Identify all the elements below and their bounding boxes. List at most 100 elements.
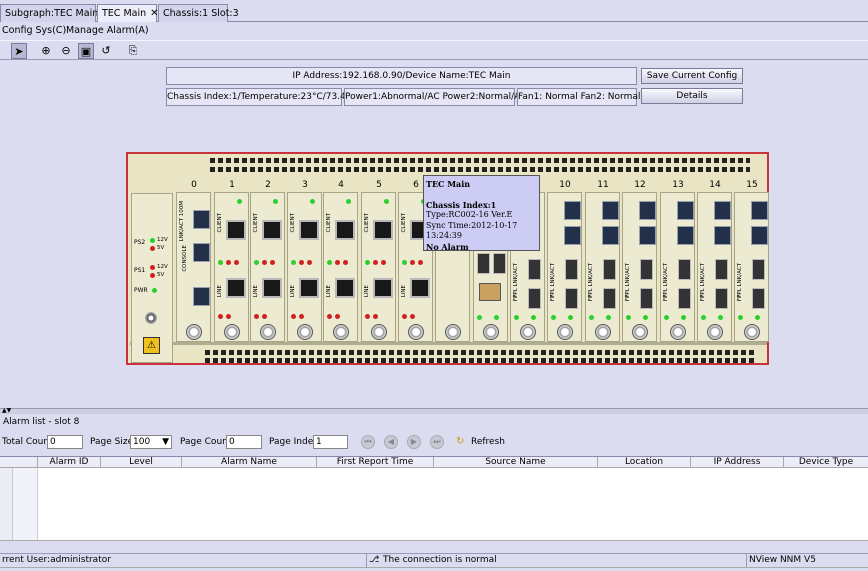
- screw-knob[interactable]: [224, 324, 240, 340]
- zoom-in-icon[interactable]: ⊕: [38, 43, 54, 59]
- horizontal-scrollbar[interactable]: [0, 540, 868, 552]
- tab-tec-main[interactable]: TEC Main ✕: [97, 4, 159, 23]
- line-port[interactable]: [373, 278, 393, 298]
- sfp-port[interactable]: [678, 259, 691, 280]
- line-port[interactable]: [262, 278, 282, 298]
- card-slot-5[interactable]: CLIENT LINE: [361, 192, 396, 342]
- rj45-port[interactable]: [677, 226, 694, 245]
- refresh-icon[interactable]: ↻: [456, 436, 464, 447]
- reset-button[interactable]: [145, 312, 157, 324]
- refresh-view-icon[interactable]: ↺: [98, 43, 114, 59]
- rj45-port[interactable]: [193, 210, 210, 229]
- card-slot-0[interactable]: LNK/ACT 100M CONSOLE: [176, 192, 211, 342]
- screw-knob[interactable]: [186, 324, 202, 340]
- client-port[interactable]: [335, 220, 355, 240]
- card-slot-15[interactable]: FPL LNK/ACT FPI: [734, 192, 769, 342]
- screw-knob[interactable]: [670, 324, 686, 340]
- screw-knob[interactable]: [445, 324, 461, 340]
- screw-knob[interactable]: [297, 324, 313, 340]
- fiber-connector[interactable]: [479, 283, 501, 301]
- rj45-port[interactable]: [564, 201, 581, 220]
- column-header[interactable]: Alarm Name: [182, 457, 317, 468]
- column-header[interactable]: Source Name: [434, 457, 598, 468]
- rj45-port[interactable]: [564, 226, 581, 245]
- refresh-button[interactable]: Refresh: [471, 437, 505, 447]
- rj45-port[interactable]: [714, 201, 731, 220]
- screw-knob[interactable]: [707, 324, 723, 340]
- card-slot-13[interactable]: FPL LNK/ACT FPI: [660, 192, 695, 342]
- screw-knob[interactable]: [483, 324, 499, 340]
- column-header[interactable]: IP Address: [691, 457, 784, 468]
- tab-subgraph-tec-main[interactable]: Subgraph:TEC Main: [0, 4, 98, 22]
- client-port[interactable]: [226, 220, 246, 240]
- screw-knob[interactable]: [595, 324, 611, 340]
- card-slot-10[interactable]: FPL LNK/ACT FPI: [547, 192, 582, 342]
- prev-page-icon[interactable]: ◀: [384, 435, 398, 449]
- sfp-port[interactable]: [752, 259, 765, 280]
- card-slot-2[interactable]: CLIENT LINE: [250, 192, 285, 342]
- zoom-out-icon[interactable]: ⊖: [58, 43, 74, 59]
- screw-knob[interactable]: [408, 324, 424, 340]
- card-slot-12[interactable]: FPL LNK/ACT FPI: [622, 192, 657, 342]
- column-header[interactable]: Location: [598, 457, 691, 468]
- first-page-icon[interactable]: ⏮: [361, 435, 375, 449]
- fit-icon[interactable]: ▣: [78, 43, 94, 59]
- sfp-port[interactable]: [640, 259, 653, 280]
- screw-knob[interactable]: [333, 324, 349, 340]
- rj45-port[interactable]: [639, 226, 656, 245]
- rj45-port[interactable]: [714, 226, 731, 245]
- menu-manage-alarm[interactable]: Manage Alarm(A): [66, 25, 149, 36]
- pointer-icon[interactable]: ➤: [11, 43, 27, 59]
- page-index-field[interactable]: 1: [313, 435, 348, 449]
- rj45-port[interactable]: [193, 287, 210, 306]
- screw-knob[interactable]: [260, 324, 276, 340]
- column-header[interactable]: Level: [101, 457, 182, 468]
- sfp-port[interactable]: [678, 288, 691, 309]
- screw-knob[interactable]: [744, 324, 760, 340]
- screw-knob[interactable]: [632, 324, 648, 340]
- next-page-icon[interactable]: ▶: [407, 435, 421, 449]
- column-header[interactable]: Alarm ID: [38, 457, 101, 468]
- details-button[interactable]: Details: [641, 88, 743, 104]
- column-header[interactable]: Device Type: [784, 457, 868, 468]
- alarm-table[interactable]: Alarm ID Level Alarm Name First Report T…: [0, 456, 868, 541]
- psu-panel[interactable]: PS2 12V 5V PS1 12V 5V PWR ⚠: [131, 193, 173, 363]
- line-port[interactable]: [410, 278, 430, 298]
- client-port[interactable]: [262, 220, 282, 240]
- save-icon[interactable]: ⎘: [125, 43, 141, 59]
- line-port[interactable]: [335, 278, 355, 298]
- rj45-port[interactable]: [193, 243, 210, 262]
- screw-knob[interactable]: [371, 324, 387, 340]
- sfp-port[interactable]: [565, 288, 578, 309]
- screw-knob[interactable]: [557, 324, 573, 340]
- sfp-port[interactable]: [528, 288, 541, 309]
- client-port[interactable]: [373, 220, 393, 240]
- card-slot-11[interactable]: FPL LNK/ACT FPI: [585, 192, 620, 342]
- card-slot-14[interactable]: FPL LNK/ACT FPI: [697, 192, 732, 342]
- page-count-field[interactable]: 0: [226, 435, 262, 449]
- line-port[interactable]: [226, 278, 246, 298]
- last-page-icon[interactable]: ⏭: [430, 435, 444, 449]
- sfp-port[interactable]: [715, 288, 728, 309]
- card-slot-4[interactable]: CLIENT LINE: [323, 192, 358, 342]
- page-size-select[interactable]: 100 ▼: [130, 435, 172, 449]
- rj45-port[interactable]: [751, 201, 768, 220]
- tab-chassis-slot[interactable]: Chassis:1 Slot:3: [158, 4, 239, 22]
- sfp-port[interactable]: [565, 259, 578, 280]
- screw-knob[interactable]: [520, 324, 536, 340]
- menu-config-sys[interactable]: Config Sys(C): [2, 25, 66, 36]
- sfp-port[interactable]: [752, 288, 765, 309]
- client-port[interactable]: [299, 220, 319, 240]
- sfp-port[interactable]: [493, 253, 506, 274]
- line-port[interactable]: [299, 278, 319, 298]
- panel-splitter[interactable]: ▲▼: [0, 407, 868, 414]
- rj45-port[interactable]: [602, 226, 619, 245]
- column-header[interactable]: First Report Time: [317, 457, 434, 468]
- card-slot-3[interactable]: CLIENT LINE: [287, 192, 322, 342]
- sfp-port[interactable]: [477, 253, 490, 274]
- rj45-port[interactable]: [751, 226, 768, 245]
- sfp-port[interactable]: [603, 259, 616, 280]
- rj45-port[interactable]: [639, 201, 656, 220]
- sfp-port[interactable]: [603, 288, 616, 309]
- sfp-port[interactable]: [640, 288, 653, 309]
